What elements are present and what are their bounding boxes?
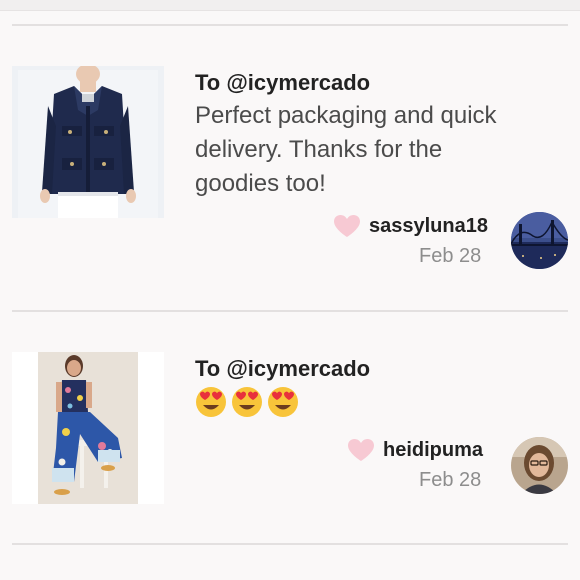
heart-eyes-emoji [196,387,226,417]
divider [12,543,568,545]
heart-icon[interactable] [347,438,375,462]
heart-eyes-emoji [268,387,298,417]
heart-eyes-emoji [232,387,262,417]
avatar[interactable] [511,437,568,494]
review-emoji-message [195,386,299,418]
review-recipient[interactable]: To @icymercado [195,356,370,382]
product-thumbnail[interactable] [12,352,164,504]
floral-outfit-photo [12,352,164,504]
woman-photo-avatar [511,437,568,494]
review-date: Feb 28 [419,469,482,491]
reviewer-username[interactable]: heidipuma [383,439,483,462]
review-item: To @icymercado heidipuma Feb 28 [0,0,580,580]
